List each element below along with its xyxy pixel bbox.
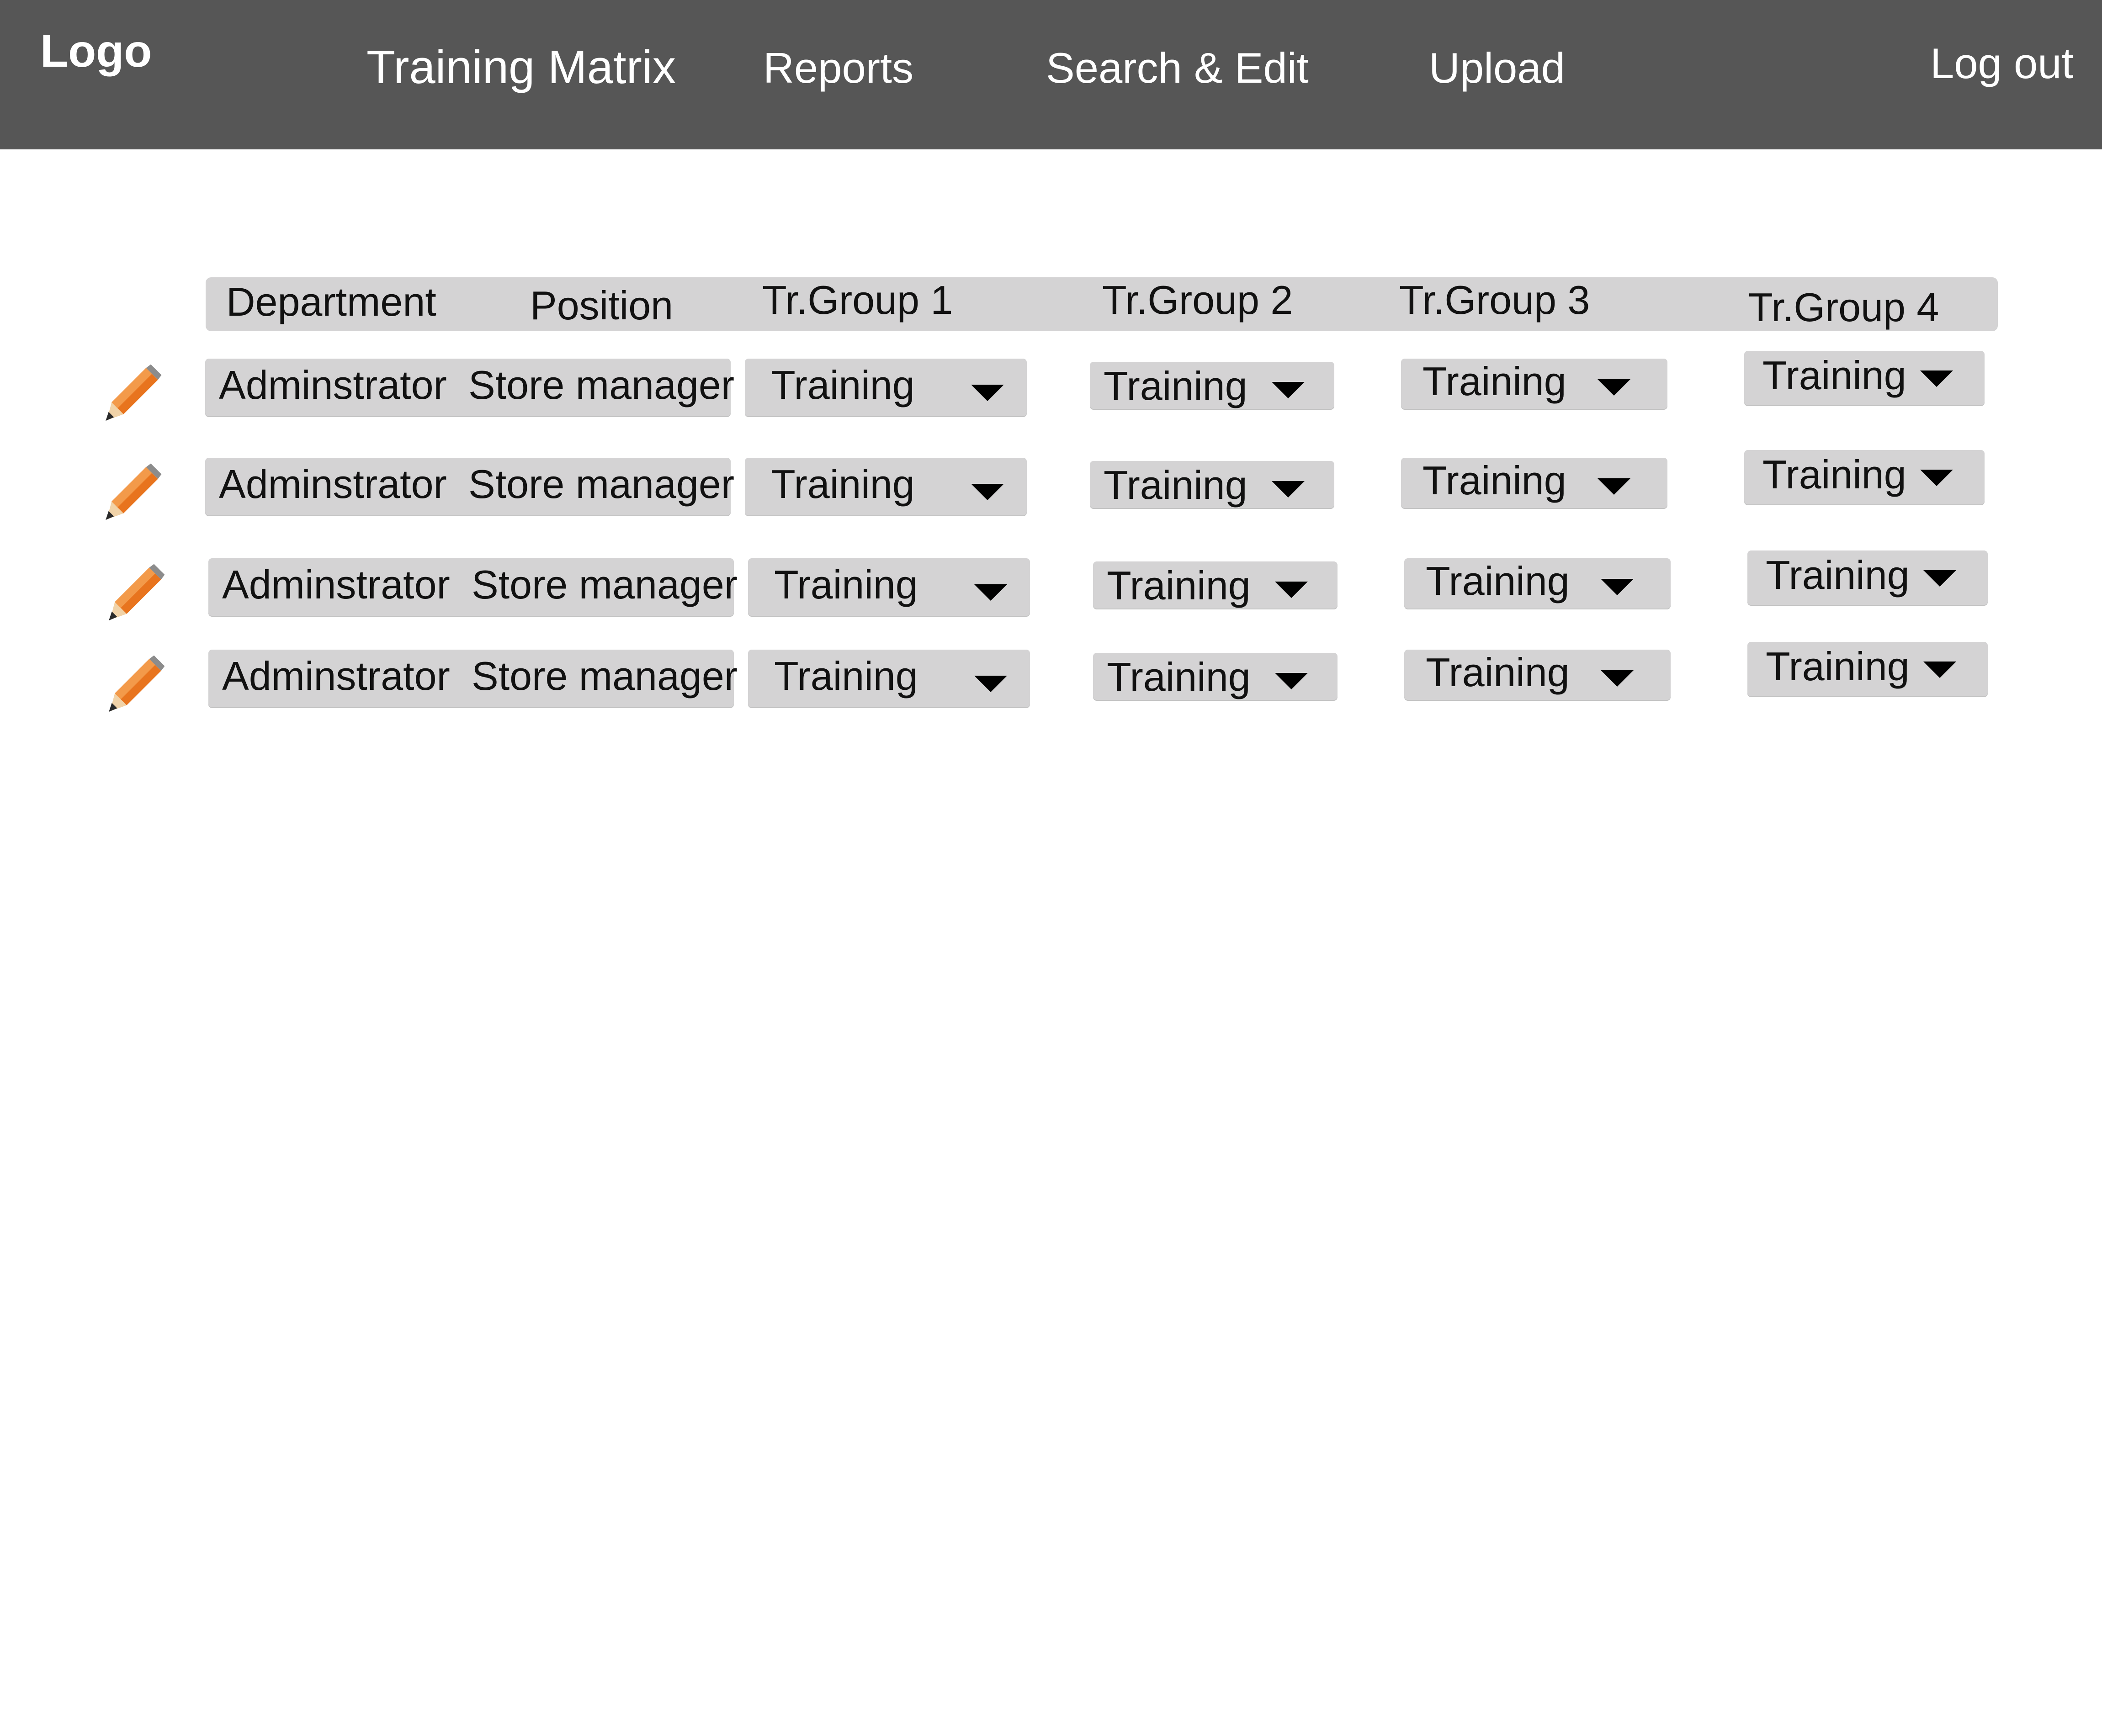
logout-link[interactable]: Log out: [1930, 42, 2074, 85]
department-position-cell: Adminstrator Store manager: [208, 558, 738, 616]
position-value: Store manager: [472, 653, 738, 699]
tr-group-4-dropdown[interactable]: Training: [1747, 550, 1988, 605]
dropdown-value: Training: [1423, 359, 1566, 404]
caret-down-icon: [1272, 481, 1305, 498]
caret-down-icon: [1598, 478, 1630, 495]
tr-group-2-dropdown[interactable]: Training: [1090, 362, 1334, 409]
tr-group-2-dropdown[interactable]: Training: [1090, 461, 1334, 508]
department-value: Adminstrator: [219, 362, 447, 408]
caret-down-icon: [971, 385, 1004, 401]
tr-group-1-dropdown[interactable]: Training: [745, 458, 1027, 515]
tr-group-3-dropdown[interactable]: Training: [1401, 359, 1667, 409]
tr-group-1-dropdown[interactable]: Training: [748, 558, 1030, 616]
dropdown-value: Training: [771, 461, 915, 507]
department-position-cell: Adminstrator Store manager: [205, 458, 735, 515]
department-value: Adminstrator: [222, 653, 450, 699]
pencil-icon[interactable]: [103, 462, 163, 522]
position-value: Store manager: [468, 362, 735, 408]
header-tr-group-1: Tr.Group 1: [762, 277, 953, 323]
dropdown-value: Training: [1426, 650, 1570, 695]
tr-group-1-dropdown[interactable]: Training: [745, 359, 1027, 416]
pencil-icon[interactable]: [103, 363, 163, 423]
caret-down-icon: [1920, 370, 1953, 387]
logo[interactable]: Logo: [40, 28, 152, 74]
nav-search-edit[interactable]: Search & Edit: [1046, 47, 1309, 90]
position-value: Store manager: [468, 461, 735, 507]
table-row: Adminstrator Store manager Training Trai…: [0, 550, 2102, 622]
header-tr-group-2: Tr.Group 2: [1102, 277, 1293, 323]
dropdown-value: Training: [1426, 558, 1570, 603]
department-value: Adminstrator: [219, 461, 447, 507]
tr-group-4-dropdown[interactable]: Training: [1744, 450, 1985, 504]
dropdown-value: Training: [771, 362, 915, 408]
dropdown-value: Training: [1762, 452, 1906, 497]
tr-group-3-dropdown[interactable]: Training: [1401, 458, 1667, 508]
dropdown-value: Training: [1107, 563, 1251, 608]
tr-group-4-dropdown[interactable]: Training: [1744, 351, 1985, 405]
caret-down-icon: [1923, 570, 1956, 587]
header-department: Department: [226, 279, 436, 324]
caret-down-icon: [1272, 382, 1305, 398]
department-position-cell: Adminstrator Store manager: [208, 650, 738, 707]
tr-group-2-dropdown[interactable]: Training: [1093, 561, 1338, 609]
department-position-cell: Adminstrator Store manager: [205, 359, 735, 416]
caret-down-icon: [974, 676, 1007, 692]
caret-down-icon: [1601, 579, 1634, 595]
caret-down-icon: [1601, 670, 1634, 687]
caret-down-icon: [974, 584, 1007, 601]
tr-group-3-dropdown[interactable]: Training: [1404, 650, 1671, 700]
caret-down-icon: [1920, 470, 1953, 486]
position-value: Store manager: [472, 562, 738, 607]
caret-down-icon: [1275, 582, 1308, 598]
nav-training-matrix[interactable]: Training Matrix: [366, 43, 676, 90]
dropdown-value: Training: [774, 653, 918, 699]
dropdown-value: Training: [1104, 363, 1247, 408]
top-nav-bar: Logo Training Matrix Reports Search & Ed…: [0, 0, 2102, 149]
header-position: Position: [530, 283, 674, 328]
department-value: Adminstrator: [222, 562, 450, 607]
dropdown-value: Training: [1766, 552, 1910, 598]
pencil-icon[interactable]: [106, 654, 166, 714]
tr-group-4-dropdown[interactable]: Training: [1747, 642, 1988, 696]
tr-group-3-dropdown[interactable]: Training: [1404, 558, 1671, 609]
table-header: Department Position Tr.Group 1 Tr.Group …: [206, 277, 1998, 331]
table-row: Adminstrator Store manager Training Trai…: [0, 351, 2102, 423]
dropdown-value: Training: [1104, 462, 1247, 508]
nav-upload[interactable]: Upload: [1429, 47, 1565, 90]
dropdown-value: Training: [1762, 353, 1906, 398]
header-tr-group-3: Tr.Group 3: [1399, 277, 1590, 323]
caret-down-icon: [1598, 379, 1630, 396]
pencil-icon[interactable]: [106, 563, 166, 622]
caret-down-icon: [1923, 662, 1956, 678]
dropdown-value: Training: [1107, 654, 1251, 699]
caret-down-icon: [1275, 673, 1308, 689]
tr-group-2-dropdown[interactable]: Training: [1093, 653, 1338, 700]
dropdown-value: Training: [1766, 644, 1910, 689]
header-tr-group-4: Tr.Group 4: [1748, 285, 1939, 330]
tr-group-1-dropdown[interactable]: Training: [748, 650, 1030, 707]
nav-reports[interactable]: Reports: [763, 47, 913, 90]
caret-down-icon: [971, 484, 1004, 500]
dropdown-value: Training: [774, 562, 918, 607]
dropdown-value: Training: [1423, 458, 1566, 503]
table-row: Adminstrator Store manager Training Trai…: [0, 450, 2102, 522]
table-row: Adminstrator Store manager Training Trai…: [0, 642, 2102, 714]
